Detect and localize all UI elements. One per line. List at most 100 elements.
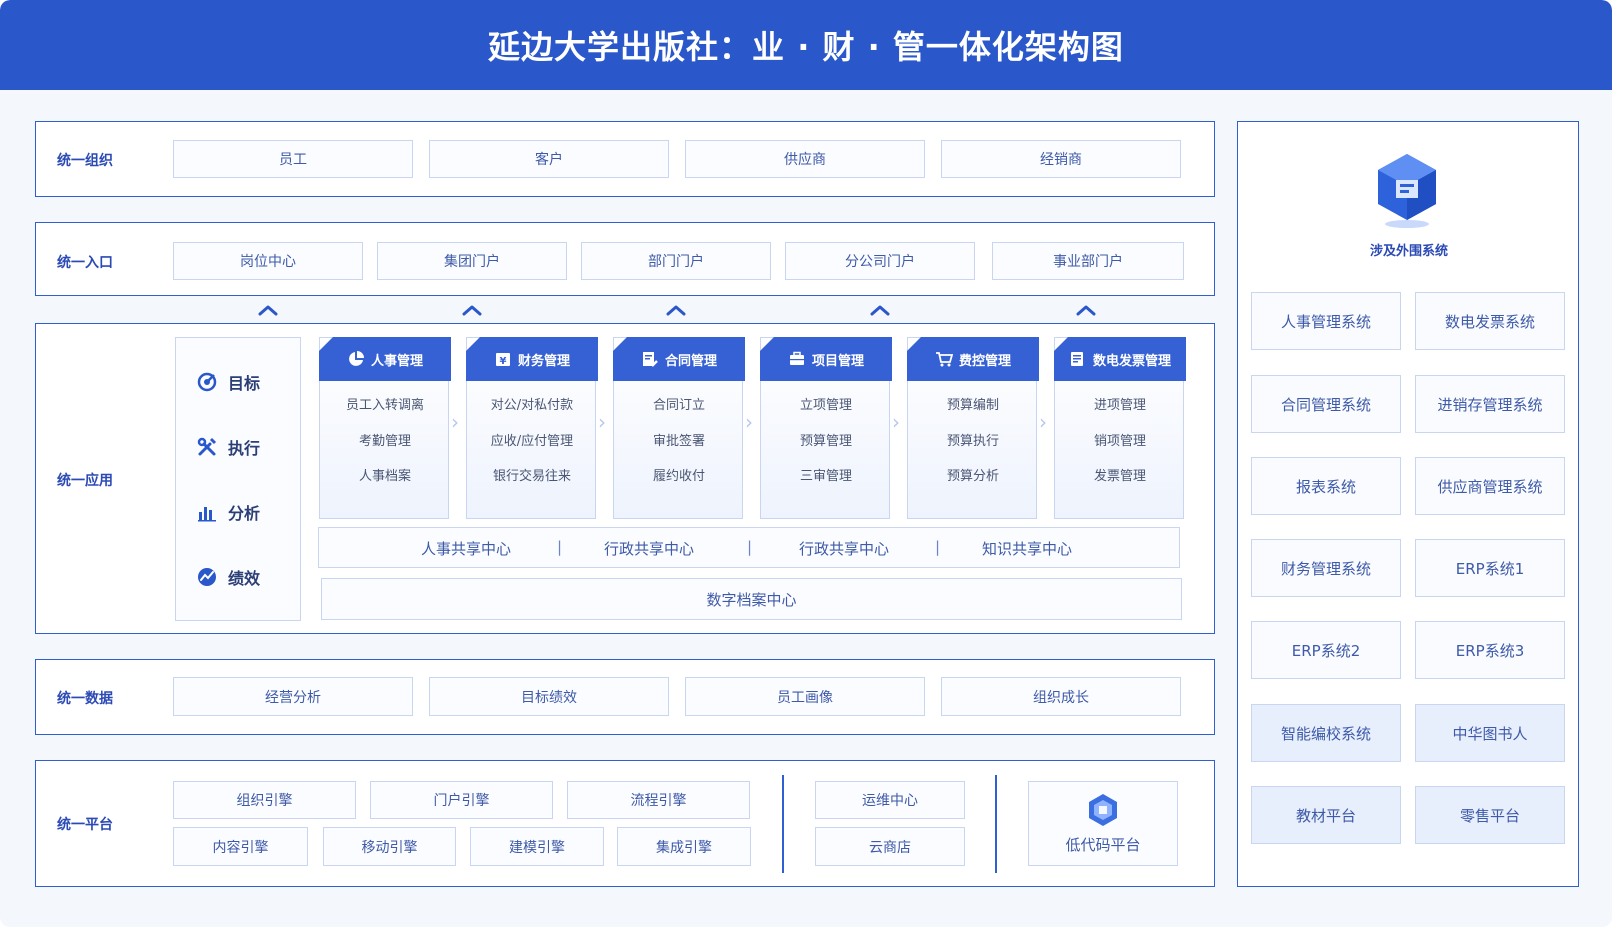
shared-center-bar: 人事共享中心 | 行政共享中心 | 行政共享中心 | 知识共享中心 xyxy=(318,527,1180,568)
module-item: 对公/对私付款 xyxy=(490,398,574,413)
side-item-analysis: 分析 xyxy=(196,500,260,524)
tools-icon xyxy=(197,437,217,456)
external-system: 中华图书人 xyxy=(1415,704,1565,762)
pie-chart-icon xyxy=(349,351,364,366)
org-label: 统一组织 xyxy=(57,153,113,169)
external-system: 教材平台 xyxy=(1251,786,1401,844)
module-item: 应收/应付管理 xyxy=(490,434,574,449)
data-item: 组织成长 xyxy=(941,677,1181,716)
engine-item: 移动引擎 xyxy=(323,827,456,866)
module-item: 考勤管理 xyxy=(358,434,411,449)
module-title: 人事管理 xyxy=(370,353,423,369)
module-item: 销项管理 xyxy=(1093,434,1146,449)
module-header: 项目管理 xyxy=(760,337,892,381)
module-item: 预算编制 xyxy=(946,398,999,413)
external-systems-title: 涉及外围系统 xyxy=(1369,244,1448,259)
side-item-performance: 绩效 xyxy=(196,565,260,589)
engine-item: 内容引擎 xyxy=(173,827,308,866)
module-item: 发票管理 xyxy=(1093,469,1146,484)
chevron-up-icon xyxy=(258,305,278,316)
chevron-up-icon xyxy=(666,305,686,316)
engine-item: 门户引擎 xyxy=(370,781,553,819)
external-system: ERP系统1 xyxy=(1415,539,1565,597)
module-expense: 费控管理 预算编制 预算执行 预算分析 xyxy=(907,337,1039,519)
module-item: 审批签署 xyxy=(652,434,705,449)
module-contract: 合同管理 合同订立 审批签署 履约收付 xyxy=(613,337,745,519)
entry-item: 岗位中心 xyxy=(173,242,363,280)
lowcode-label: 低代码平台 xyxy=(1065,836,1141,854)
entry-item: 分公司门户 xyxy=(785,242,975,280)
app-label: 统一应用 xyxy=(57,473,113,489)
module-item: 人事档案 xyxy=(358,469,411,484)
invoice-icon xyxy=(1070,352,1083,366)
side-item-label: 目标 xyxy=(228,374,261,393)
module-title: 项目管理 xyxy=(811,353,864,369)
architecture-canvas: 延边大学出版社：业 · 财 · 管一体化架构图 统一组织 员工 客户 供应商 经… xyxy=(0,0,1612,927)
engine-item: 流程引擎 xyxy=(567,781,750,819)
external-systems-logo-icon xyxy=(1378,154,1436,228)
app-side-list: 目标 执行 分析 绩效 xyxy=(175,337,301,621)
shared-center: 行政共享中心 xyxy=(799,540,890,558)
module-header: 费控管理 xyxy=(907,337,1039,381)
module-title: 财务管理 xyxy=(517,353,570,369)
side-item-label: 绩效 xyxy=(228,569,261,588)
lowcode-logo-icon xyxy=(1089,794,1117,826)
module-item: 银行交易往来 xyxy=(492,469,571,484)
contract-icon xyxy=(642,352,658,367)
side-item-target: 目标 xyxy=(196,370,260,394)
trend-icon xyxy=(198,568,216,586)
data-item: 员工画像 xyxy=(685,677,925,716)
chevron-up-icon xyxy=(1076,305,1096,316)
module-item: 预算执行 xyxy=(946,434,999,449)
shared-separator: | xyxy=(935,538,941,556)
chevron-right-icon: › xyxy=(745,410,753,434)
module-item: 履约收付 xyxy=(652,469,705,484)
shared-center: 知识共享中心 xyxy=(982,540,1073,558)
external-system: 进销存管理系统 xyxy=(1415,375,1565,433)
module-header: 合同管理 xyxy=(613,337,745,381)
engine-item: 集成引擎 xyxy=(617,827,751,866)
shared-separator: | xyxy=(557,538,563,556)
shared-center: 人事共享中心 xyxy=(421,540,512,558)
module-header: 数电发票管理 xyxy=(1054,337,1186,381)
module-item: 立项管理 xyxy=(799,398,852,413)
module-item: 预算分析 xyxy=(946,469,999,484)
side-item-label: 执行 xyxy=(228,439,261,458)
shared-center: 行政共享中心 xyxy=(604,540,695,558)
org-item: 供应商 xyxy=(685,140,925,178)
archive-center: 数字档案中心 xyxy=(321,578,1182,620)
module-header: ¥ 财务管理 xyxy=(466,337,598,381)
module-title: 费控管理 xyxy=(958,353,1011,369)
org-item: 经销商 xyxy=(941,140,1181,178)
platform-label: 统一平台 xyxy=(57,817,113,833)
engine-item: 组织引擎 xyxy=(173,781,356,819)
org-item: 员工 xyxy=(173,140,413,178)
module-item: 三审管理 xyxy=(799,469,852,484)
module-title: 数电发票管理 xyxy=(1092,353,1171,369)
external-system: 财务管理系统 xyxy=(1251,539,1401,597)
data-item: 目标绩效 xyxy=(429,677,669,716)
platform-divider xyxy=(995,775,997,873)
lowcode-platform: 低代码平台 xyxy=(1028,781,1178,866)
external-system: 零售平台 xyxy=(1415,786,1565,844)
entry-label: 统一入口 xyxy=(57,255,113,271)
side-item-execute: 执行 xyxy=(196,435,260,459)
module-hr: 人事管理 员工入转调离 考勤管理 人事档案 xyxy=(319,337,451,519)
external-system: 人事管理系统 xyxy=(1251,292,1401,350)
cart-icon xyxy=(935,352,953,367)
module-item: 预算管理 xyxy=(799,434,852,449)
side-item-label: 分析 xyxy=(228,504,261,523)
module-invoice: 数电发票管理 进项管理 销项管理 发票管理 xyxy=(1054,337,1186,519)
entry-item: 事业部门户 xyxy=(992,242,1184,280)
title-bar: 延边大学出版社：业 · 财 · 管一体化架构图 xyxy=(0,0,1612,90)
external-system: 智能编校系统 xyxy=(1251,704,1401,762)
briefcase-icon xyxy=(789,351,804,365)
external-system: 数电发票系统 xyxy=(1415,292,1565,350)
bar-chart-icon xyxy=(198,507,216,522)
chevron-right-icon: › xyxy=(1039,410,1047,434)
engine-item: 建模引擎 xyxy=(470,827,604,866)
chevron-right-icon: › xyxy=(598,410,606,434)
module-project: 项目管理 立项管理 预算管理 三审管理 xyxy=(760,337,892,519)
chevron-right-icon: › xyxy=(451,410,459,434)
external-systems-panel: 涉及外围系统 人事管理系统 数电发票系统 合同管理系统 进销存管理系统 报表系统… xyxy=(1237,121,1579,887)
